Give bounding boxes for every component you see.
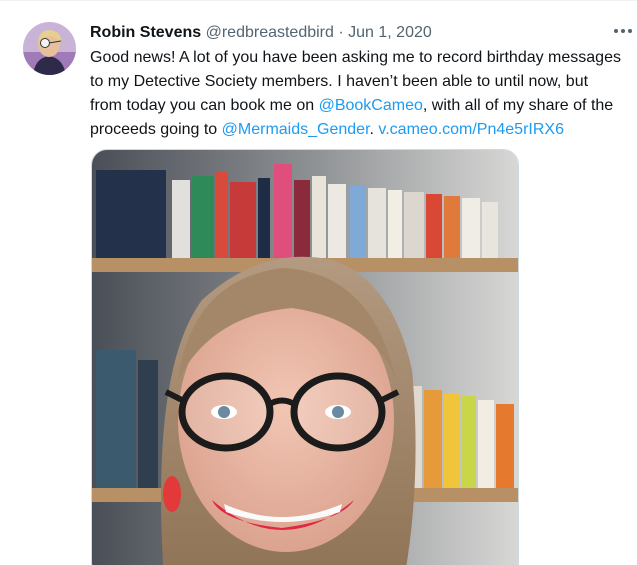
- avatar[interactable]: [23, 22, 76, 75]
- tweet-header: Robin Stevens @redbreastedbird · Jun 1, …: [90, 22, 432, 44]
- mention-mermaids-link[interactable]: @Mermaids_Gender: [222, 121, 370, 138]
- author-handle[interactable]: @redbreastedbird: [206, 24, 334, 41]
- more-options-icon: [614, 29, 632, 33]
- mention-bookcameo-link[interactable]: @BookCameo: [319, 97, 423, 114]
- tweet-text: Good news! A lot of you have been asking…: [90, 46, 637, 142]
- tweet-text-line: Good news! A lot of you have been asking…: [90, 49, 621, 66]
- tweet-text-segment: proceeds going to: [90, 121, 222, 138]
- tweet-text-segment: , with all of my share of the: [422, 97, 614, 114]
- cameo-url-link[interactable]: v.cameo.com/Pn4e5rIRX6: [378, 121, 564, 138]
- tweet-text-line: proceeds going to @Mermaids_Gender. v.ca…: [90, 118, 637, 142]
- tweet-date[interactable]: Jun 1, 2020: [348, 24, 432, 41]
- author-name[interactable]: Robin Stevens: [90, 24, 201, 41]
- avatar-image: [23, 22, 76, 75]
- tweet-text-segment: from today you can book me on: [90, 97, 319, 114]
- more-options-button[interactable]: [611, 19, 635, 43]
- tweet-text-line: from today you can book me on @BookCameo…: [90, 94, 637, 118]
- tweet-photo[interactable]: [91, 149, 519, 565]
- tweet[interactable]: Robin Stevens @redbreastedbird · Jun 1, …: [0, 0, 637, 565]
- tweet-text-line: to my Detective Society members. I haven…: [90, 73, 589, 90]
- photo-image: [92, 150, 518, 565]
- header-separator: ·: [338, 24, 344, 41]
